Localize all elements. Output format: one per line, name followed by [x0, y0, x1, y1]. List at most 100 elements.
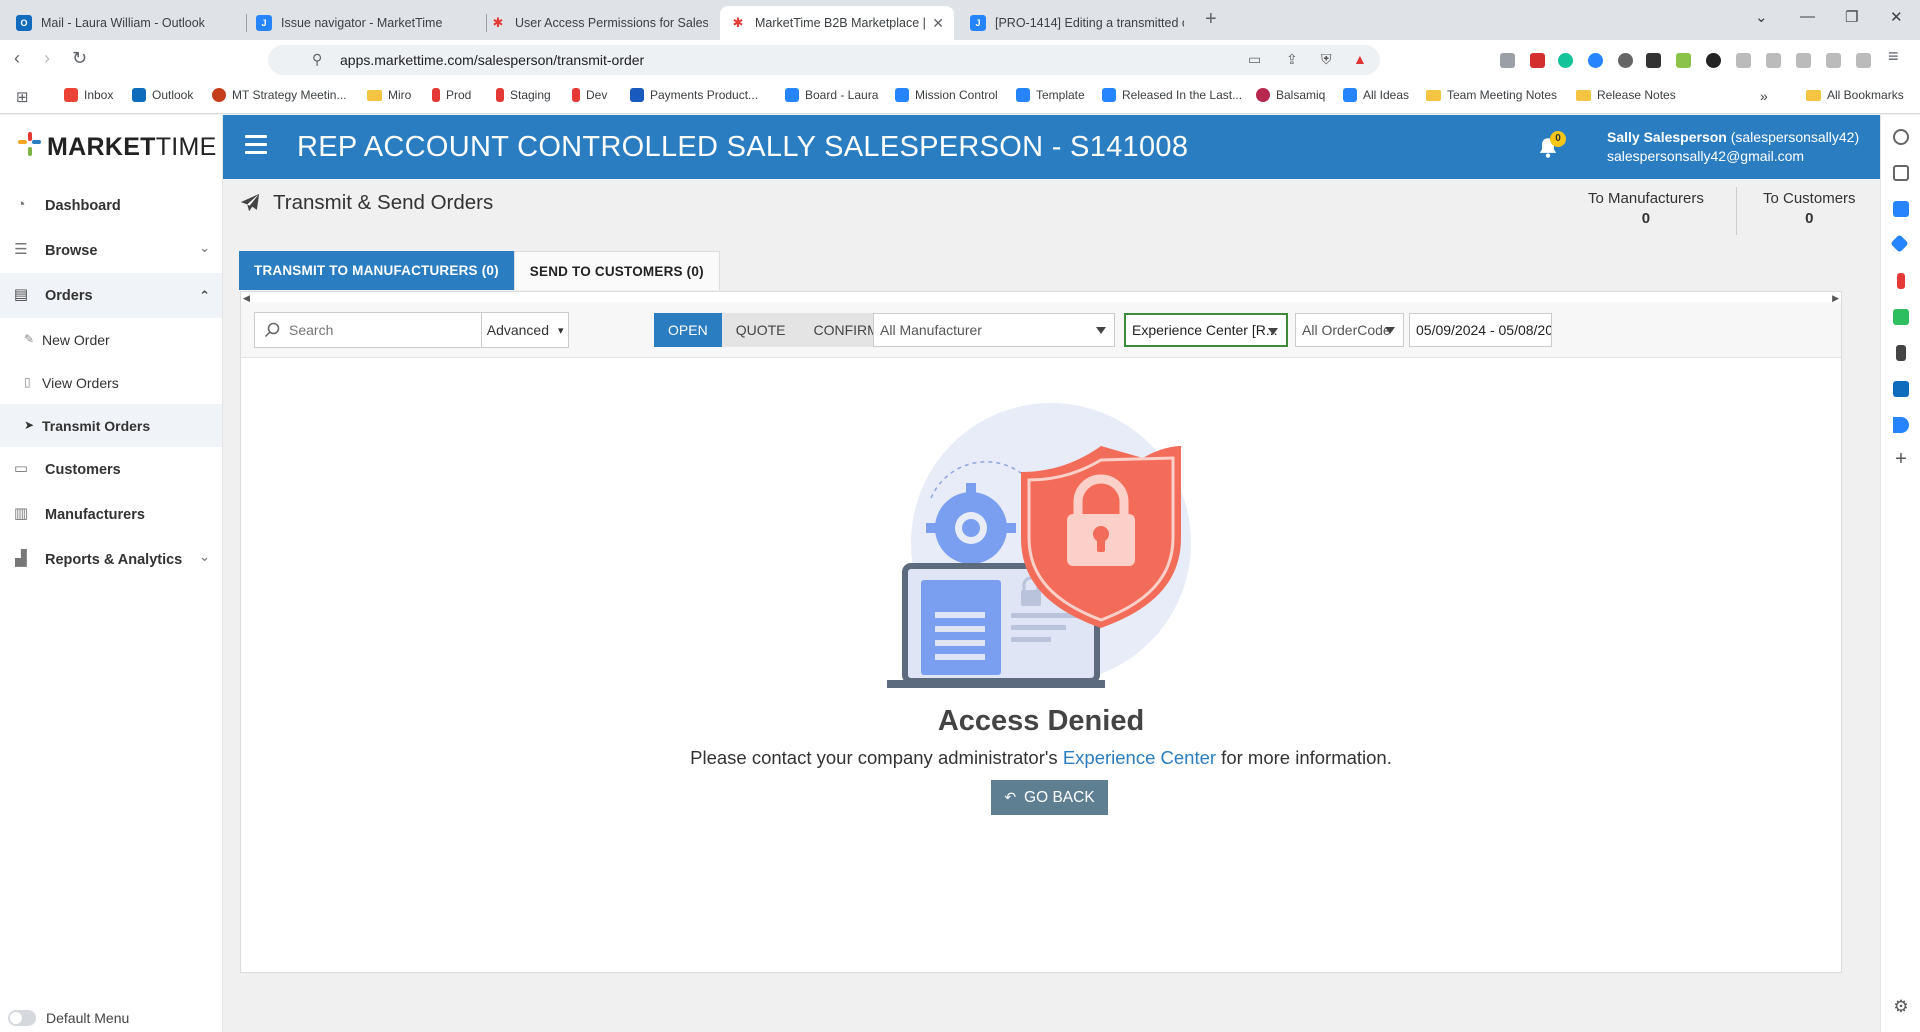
browser-tab[interactable]: ✱ User Access Permissions for Sales A — [480, 6, 718, 40]
manufacturer-select[interactable]: All Manufacturer — [873, 313, 1115, 347]
browser-tab[interactable]: J Issue navigator - MarketTime — [246, 6, 486, 40]
sidebar-item-dashboard[interactable]: ◔ Dashboard — [0, 183, 222, 228]
reload-icon[interactable]: ↻ — [72, 48, 87, 69]
bookmark-staging[interactable]: Staging — [496, 88, 551, 102]
search-field[interactable] — [255, 313, 483, 347]
sidebar-toggle-icon[interactable] — [1766, 53, 1781, 68]
sidebar-item-label: Manufacturers — [45, 506, 145, 523]
bookmark-mission-control[interactable]: Mission Control — [895, 88, 998, 102]
jira-extension-icon[interactable] — [1588, 53, 1603, 68]
site-info-icon[interactable]: ⚲ — [312, 51, 322, 68]
go-back-button[interactable]: ↶ GO BACK — [991, 780, 1108, 815]
bookmark-board-laura[interactable]: Board - Laura — [785, 88, 878, 102]
cast-icon[interactable]: ▭ — [1248, 51, 1261, 68]
markettime-logo[interactable]: MARKETTIME — [18, 132, 217, 162]
bookmark-outlook[interactable]: Outlook — [132, 88, 193, 102]
send-sidepanel-icon[interactable] — [1893, 417, 1909, 433]
brave-rewards-icon[interactable]: ▲ — [1353, 51, 1367, 67]
orders-panel: ◀ ▶ Advanced ▾ OPEN QUOTE — [240, 291, 1842, 973]
pdf-extension-icon[interactable] — [1530, 53, 1545, 68]
close-window-icon[interactable]: ✕ — [1890, 8, 1903, 26]
menu-icon[interactable]: ≡ — [1888, 46, 1899, 67]
address-bar[interactable]: ⚲ apps.markettime.com/salesperson/transm… — [268, 45, 1380, 75]
gear-icon[interactable]: ⚙ — [1893, 998, 1909, 1015]
add-panel-icon[interactable]: + — [1893, 449, 1909, 469]
tab-send-to-customers[interactable]: SEND TO CUSTOMERS (0) — [513, 251, 720, 290]
bookmark-inbox[interactable]: Inbox — [64, 88, 113, 102]
bookmark-prod[interactable]: Prod — [432, 88, 471, 102]
jira-sidepanel-icon[interactable] — [1893, 201, 1909, 217]
leo-ai-icon[interactable] — [1893, 129, 1909, 145]
browser-tab[interactable]: O Mail - Laura William - Outlook — [6, 6, 246, 40]
extensions-icon[interactable] — [1736, 53, 1751, 68]
share-icon[interactable]: ⇪ — [1286, 51, 1298, 68]
bookmark-balsamiq[interactable]: Balsamiq — [1256, 88, 1325, 102]
bookmark-team-meeting-notes[interactable]: Team Meeting Notes — [1426, 88, 1557, 102]
browser-tab-active[interactable]: ✱ MarketTime B2B Marketplace | ✕ — [720, 6, 954, 40]
extension-badge-icon[interactable] — [1676, 53, 1691, 68]
bookmark-released[interactable]: Released In the Last... — [1102, 88, 1242, 102]
sidebar-subitem-new-order[interactable]: ✎ New Order — [0, 318, 222, 361]
wallet-icon[interactable] — [1796, 53, 1811, 68]
evernote-icon[interactable] — [1893, 309, 1909, 325]
default-menu-toggle[interactable]: Default Menu — [8, 1010, 129, 1026]
bookmark-all-ideas[interactable]: All Ideas — [1343, 88, 1409, 102]
new-tab-icon[interactable]: + — [1205, 8, 1217, 31]
sidebar-item-orders[interactable]: ▤ Orders ⌃ — [0, 273, 222, 318]
sidebar-item-manufacturers[interactable]: ▥ Manufacturers — [0, 492, 222, 537]
reading-list-icon[interactable] — [1893, 165, 1909, 181]
back-icon[interactable]: ‹ — [14, 48, 20, 69]
horizontal-scrollbar[interactable]: ◀ ▶ — [241, 292, 1841, 303]
bookmark-template[interactable]: Template — [1016, 88, 1085, 102]
page-header: Transmit & Send Orders — [239, 191, 493, 215]
sidebar-item-browse[interactable]: ☰ Browse ⌄ — [0, 228, 222, 273]
browser-tab[interactable]: J [PRO-1414] Editing a transmitted or — [960, 6, 1194, 40]
markettime-sidepanel-icon[interactable] — [1896, 345, 1906, 361]
outlook-sidepanel-icon[interactable] — [1893, 381, 1909, 397]
markettime-sidepanel-icon[interactable] — [1897, 273, 1905, 289]
confluence-icon[interactable] — [1890, 234, 1909, 253]
sidebar-item-reports[interactable]: ▟ Reports & Analytics ⌄ — [0, 537, 222, 582]
tab-search-icon[interactable]: ⌄ — [1755, 8, 1768, 26]
close-tab-icon[interactable]: ✕ — [932, 15, 944, 32]
status-open-button[interactable]: OPEN — [654, 313, 722, 347]
openai-icon[interactable] — [1706, 53, 1721, 68]
bookmark-dev[interactable]: Dev — [572, 88, 607, 102]
leo-ai-icon[interactable] — [1826, 53, 1841, 68]
ordercode-select[interactable]: All OrderCode — [1295, 313, 1404, 347]
sidebar-item-customers[interactable]: ▭ Customers — [0, 447, 222, 492]
date-range-picker[interactable]: 05/09/2024 - 05/08/2025 — [1409, 313, 1552, 347]
paper-plane-icon: ➤ — [24, 418, 35, 432]
experience-center-link[interactable]: Experience Center — [1063, 747, 1216, 768]
sidebar-subitem-transmit-orders[interactable]: ➤ Transmit Orders — [0, 404, 222, 447]
minimize-icon[interactable]: — — [1800, 8, 1815, 25]
dashlane-extension-icon[interactable] — [1646, 53, 1661, 68]
grammarly-icon[interactable] — [1558, 53, 1573, 68]
advanced-dropdown[interactable]: Advanced ▾ — [482, 313, 568, 347]
camera-extension-icon[interactable] — [1500, 53, 1515, 68]
more-bookmarks-icon[interactable]: » — [1760, 88, 1768, 104]
brave-shield-icon[interactable]: ⛨ — [1321, 51, 1332, 68]
hamburger-menu-icon[interactable] — [245, 135, 267, 155]
user-profile[interactable]: Sally Salesperson (salespersonsally42) s… — [1607, 128, 1859, 166]
bookmark-payments[interactable]: Payments Product... — [630, 88, 758, 102]
toggle-switch[interactable] — [8, 1010, 36, 1026]
tab-title: Issue navigator - MarketTime — [281, 16, 443, 30]
search-input[interactable] — [289, 320, 474, 340]
bookmark-miro[interactable]: Miro — [367, 88, 411, 102]
apps-icon[interactable]: ⊞ — [16, 88, 29, 106]
forward-icon[interactable]: › — [44, 48, 50, 69]
bookmark-mt-strategy[interactable]: MT Strategy Meetin... — [212, 88, 347, 102]
wordpress-icon[interactable] — [1618, 53, 1633, 68]
vpn-icon[interactable] — [1856, 53, 1871, 68]
tab-transmit-to-manufacturers[interactable]: TRANSMIT TO MANUFACTURERS (0) — [239, 251, 514, 290]
folder-icon — [1806, 89, 1821, 101]
bookmark-all-bookmarks[interactable]: All Bookmarks — [1806, 88, 1904, 102]
sidebar-subitem-view-orders[interactable]: ▯ View Orders — [0, 361, 222, 404]
browser-toolbar: ‹ › ↻ ☐ ⚲ apps.markettime.com/salesperso… — [0, 40, 1920, 80]
status-quote-button[interactable]: QUOTE — [721, 313, 800, 347]
company-select[interactable]: Experience Center [R... — [1124, 313, 1288, 347]
bookmark-release-notes[interactable]: Release Notes — [1576, 88, 1676, 102]
restore-icon[interactable]: ❐ — [1845, 8, 1858, 26]
go-back-label: GO BACK — [1024, 788, 1095, 806]
